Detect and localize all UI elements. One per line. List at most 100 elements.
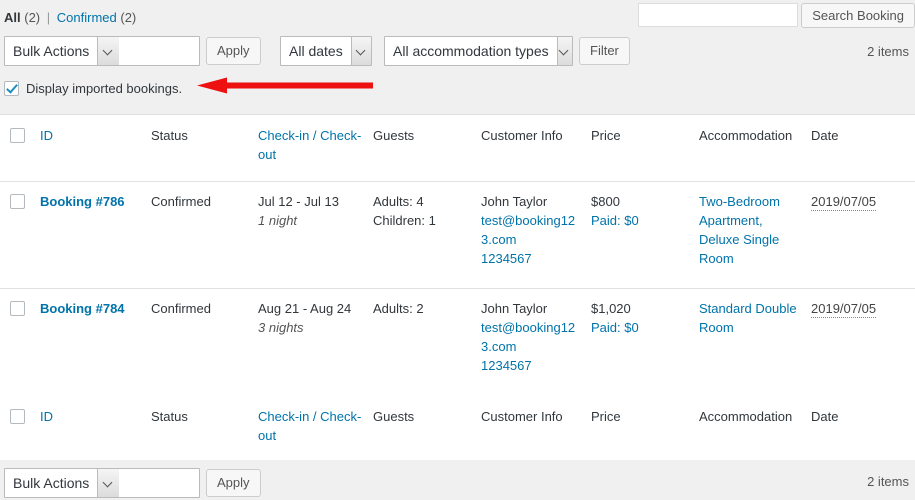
table-body: Booking #786 Confirmed Jul 12 - Jul 13 1… <box>0 181 915 396</box>
column-footer-date-label: Date <box>811 408 839 424</box>
customer-phone-link[interactable]: 1234567 <box>481 356 581 375</box>
display-imported-bookings-checkbox[interactable] <box>4 81 19 96</box>
column-footer-status-label: Status <box>151 408 188 424</box>
column-header-price-label: Price <box>591 128 621 143</box>
items-count-top: 2 items <box>867 44 909 59</box>
status-value: Confirmed <box>151 194 211 209</box>
select-all-checkbox-bottom[interactable] <box>10 408 25 424</box>
status-value: Confirmed <box>151 301 211 316</box>
view-confirmed-link[interactable]: Confirmed <box>57 10 117 25</box>
customer-phone-link[interactable]: 1234567 <box>481 249 581 268</box>
items-count-bottom: 2 items <box>867 474 909 489</box>
column-footer-id[interactable]: ID <box>40 396 151 463</box>
search-booking-button[interactable]: Search Booking <box>801 3 915 28</box>
column-header-customer-info: Customer Info <box>481 115 591 182</box>
column-footer-customer-info: Customer Info <box>481 396 591 463</box>
accommodation-link[interactable]: Standard Double Room <box>699 301 797 335</box>
column-footer-status: Status <box>151 396 258 463</box>
booking-date: 2019/07/05 <box>811 194 877 211</box>
select-all-checkbox-top[interactable] <box>10 128 25 143</box>
nights-value: 1 night <box>258 213 298 228</box>
table-row: Booking #786 Confirmed Jul 12 - Jul 13 1… <box>0 181 915 289</box>
price-paid: Paid: $0 <box>591 320 639 335</box>
select-all-footer <box>0 396 40 463</box>
cell-date: 2019/07/05 <box>811 289 915 396</box>
filter-button[interactable]: Filter <box>579 37 630 65</box>
top-toolbar-zone: Search Booking All (2) | Confirmed (2) B… <box>0 0 915 114</box>
tablenav-top: Bulk Actions Apply All dates All accommo… <box>0 36 915 70</box>
row-checkbox[interactable] <box>10 301 25 316</box>
customer-name: John Taylor <box>481 194 548 209</box>
table-foot: ID Status Check-in / Check-out Guests Cu… <box>0 396 915 463</box>
adults-value: Adults: 2 <box>373 301 424 316</box>
column-footer-accommodation: Accommodation <box>699 396 811 463</box>
column-footer-guests-label: Guests <box>373 408 415 424</box>
bulk-actions-value-bottom: Bulk Actions <box>13 475 90 491</box>
column-header-id-link[interactable]: ID <box>40 128 53 143</box>
children-value: Children: 1 <box>373 213 436 228</box>
cell-accommodation: Two-Bedroom Apartment, Deluxe Single Roo… <box>699 182 811 289</box>
column-header-status-label: Status <box>151 128 188 143</box>
display-imported-bookings-label: Display imported bookings. <box>26 81 183 96</box>
booking-date: 2019/07/05 <box>811 301 877 318</box>
column-footer-price-label: Price <box>591 408 621 424</box>
column-header-accommodation-label: Accommodation <box>699 128 793 143</box>
table-footer-row: ID Status Check-in / Check-out Guests Cu… <box>0 396 915 463</box>
all-dates-value: All dates <box>289 43 343 59</box>
booking-id-link[interactable]: Booking #784 <box>40 301 125 316</box>
cell-guests: Adults: 2 <box>373 289 481 396</box>
search-booking-form: Search Booking <box>638 3 915 28</box>
chevron-down-icon <box>350 37 371 65</box>
booking-id-link[interactable]: Booking #786 <box>40 194 125 209</box>
price-total: $800 <box>591 194 620 209</box>
column-header-guests: Guests <box>373 115 481 182</box>
row-select-cell <box>0 182 40 289</box>
column-header-id[interactable]: ID <box>40 115 151 182</box>
column-header-status: Status <box>151 115 258 182</box>
column-footer-checkin-checkout-link[interactable]: Check-in / Check-out <box>258 409 361 443</box>
annotation-arrow-left-icon <box>197 77 373 94</box>
column-header-date: Date <box>811 115 915 182</box>
bulk-actions-select-top[interactable]: Bulk Actions <box>4 36 200 66</box>
accommodation-link[interactable]: Two-Bedroom Apartment, Deluxe Single Roo… <box>699 194 780 266</box>
row-select-cell <box>0 289 40 396</box>
apply-button-top[interactable]: Apply <box>206 37 261 65</box>
search-input[interactable] <box>638 3 799 27</box>
all-dates-select[interactable]: All dates <box>280 36 372 66</box>
cell-date: 2019/07/05 <box>811 182 915 289</box>
column-footer-date: Date <box>811 396 915 463</box>
all-accommodation-types-value: All accommodation types <box>393 43 549 59</box>
column-footer-checkin-checkout[interactable]: Check-in / Check-out <box>258 396 373 463</box>
cell-guests: Adults: 4 Children: 1 <box>373 182 481 289</box>
tablenav-bottom: Bulk Actions Apply 2 items <box>0 460 915 500</box>
customer-name: John Taylor <box>481 301 548 316</box>
apply-button-bottom[interactable]: Apply <box>206 469 261 497</box>
cell-status: Confirmed <box>151 289 258 396</box>
customer-email-link[interactable]: test@booking123.com <box>481 318 581 356</box>
views-separator: | <box>46 10 51 25</box>
column-footer-id-link[interactable]: ID <box>40 409 53 424</box>
column-header-checkin-checkout[interactable]: Check-in / Check-out <box>258 115 373 182</box>
table-row: Booking #784 Confirmed Aug 21 - Aug 24 3… <box>0 288 915 396</box>
customer-email-link[interactable]: test@booking123.com <box>481 211 581 249</box>
display-imported-bookings-row: Display imported bookings. <box>4 81 182 96</box>
views-filter-links: All (2) | Confirmed (2) <box>4 10 136 25</box>
column-header-date-label: Date <box>811 128 839 143</box>
cell-price: $800 Paid: $0 <box>591 182 699 289</box>
column-footer-guests: Guests <box>373 396 481 463</box>
adults-value: Adults: 4 <box>373 194 424 209</box>
cell-dates: Aug 21 - Aug 24 3 nights <box>258 289 373 396</box>
all-accommodation-types-select[interactable]: All accommodation types <box>384 36 573 66</box>
cell-status: Confirmed <box>151 182 258 289</box>
price-paid: Paid: $0 <box>591 213 639 228</box>
column-header-customer-info-label: Customer Info <box>481 128 563 143</box>
cell-dates: Jul 12 - Jul 13 1 night <box>258 182 373 289</box>
column-header-guests-label: Guests <box>373 128 415 143</box>
column-header-checkin-checkout-link[interactable]: Check-in / Check-out <box>258 128 361 162</box>
bulk-actions-select-bottom[interactable]: Bulk Actions <box>4 468 200 498</box>
row-checkbox[interactable] <box>10 194 25 209</box>
table-head: ID Status Check-in / Check-out Guests Cu… <box>0 115 915 182</box>
column-header-accommodation: Accommodation <box>699 115 811 182</box>
table-header-row: ID Status Check-in / Check-out Guests Cu… <box>0 115 915 182</box>
view-all-label[interactable]: All <box>4 10 21 25</box>
